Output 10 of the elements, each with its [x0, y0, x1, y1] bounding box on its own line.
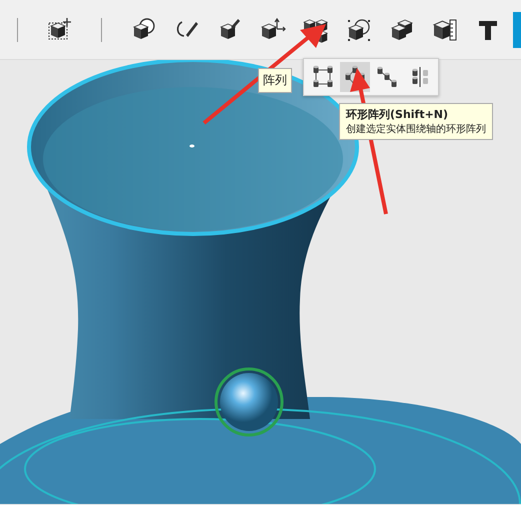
panel-edge — [513, 12, 521, 48]
move-icon — [46, 16, 72, 42]
tooltip-title: 环形阵列(Shift+N) — [346, 107, 450, 122]
cube-ruler-icon — [432, 16, 458, 42]
cubes-icon — [388, 16, 414, 42]
rectangular-pattern-icon — [311, 65, 335, 89]
cube-selection-icon — [346, 16, 372, 42]
linear-pattern-icon — [375, 65, 399, 89]
tooltip-description: 创建选定实体围绕轴的环形阵列 — [346, 122, 486, 136]
tooltip-label: 阵列 — [258, 68, 292, 93]
